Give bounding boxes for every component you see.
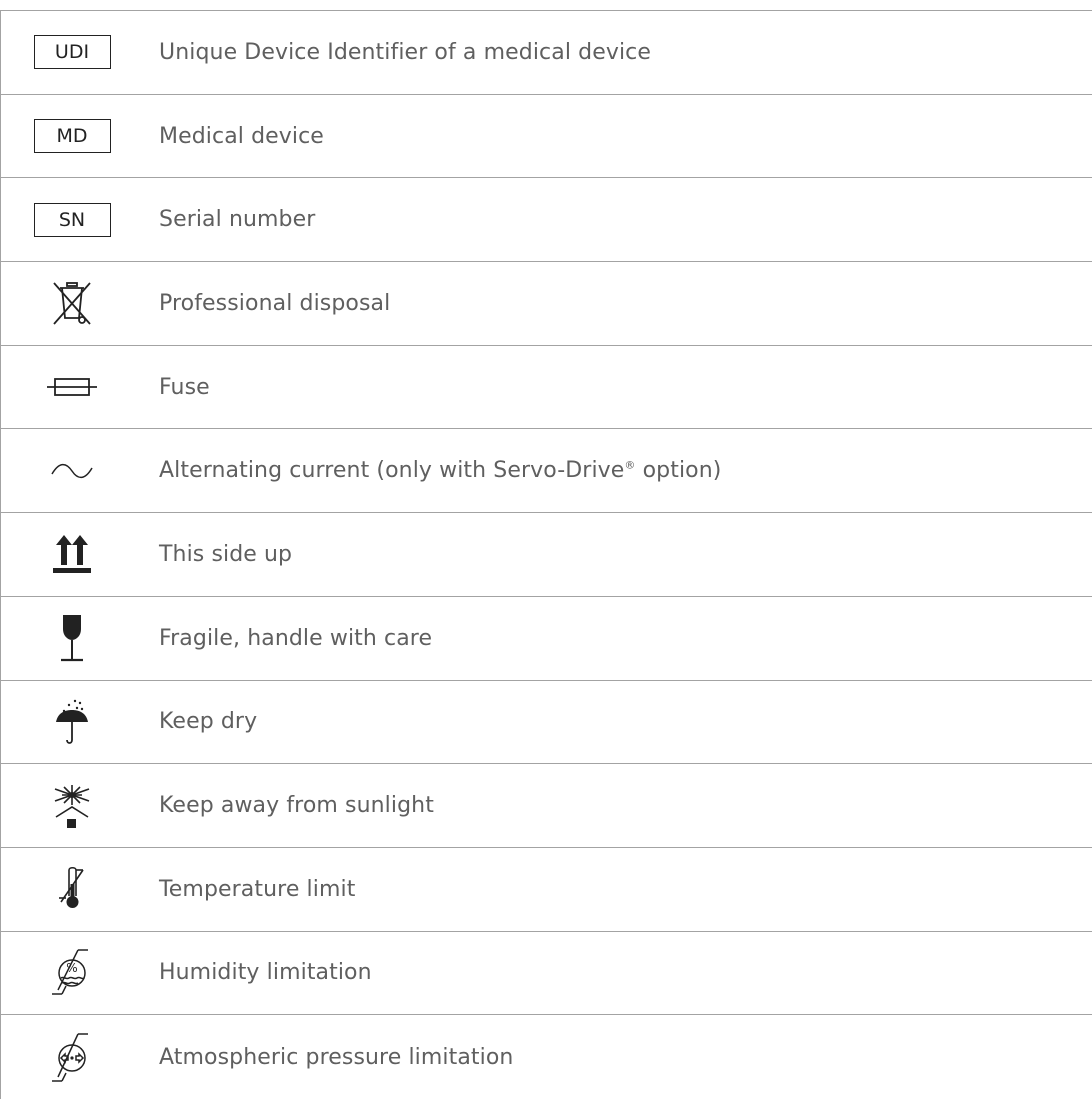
symbol-description: Temperature limit [159, 876, 356, 902]
symbol-description: Humidity limitation [159, 960, 372, 986]
sn-box-icon: SN [33, 202, 111, 237]
table-row: Keep dry [0, 680, 1092, 765]
table-row: % Humidity limitation [0, 931, 1092, 1016]
table-row: Fuse [0, 345, 1092, 430]
udi-box-icon: UDI [33, 35, 111, 70]
table-row: MD Medical device [0, 94, 1092, 179]
symbol-description: Unique Device Identifier of a medical de… [159, 39, 651, 65]
symbols-table: UDI Unique Device Identifier of a medica… [0, 10, 1092, 1099]
symbol-description: Fuse [159, 374, 210, 400]
keep-away-sunlight-icon [54, 784, 90, 828]
symbol-description: Medical device [159, 123, 324, 149]
humidity-limit-icon: % [52, 949, 88, 995]
symbol-description: Fragile, handle with care [159, 625, 433, 651]
fragile-glass-icon [61, 615, 83, 662]
symbol-description: Keep away from sunlight [159, 793, 434, 819]
symbol-description: Alternating current (only with Servo-Dri… [159, 458, 722, 484]
table-row: Keep away from sunlight [0, 764, 1092, 848]
table-row: Atmospheric pressure limitation [0, 1015, 1092, 1099]
symbol-description: Professional disposal [159, 290, 391, 316]
table-row: Fragile, handle with care [0, 596, 1092, 681]
symbol-description: Serial number [159, 207, 316, 233]
this-side-up-icon [53, 535, 91, 574]
table-row: Alternating current (only with Servo-Dri… [0, 429, 1092, 514]
svg-text:%: % [66, 961, 77, 975]
pressure-limit-icon [52, 1033, 88, 1082]
table-row: This side up [0, 513, 1092, 597]
symbol-description: Keep dry [159, 709, 258, 735]
table-row: SN Serial number [0, 178, 1092, 263]
table-row: UDI Unique Device Identifier of a medica… [0, 11, 1092, 95]
keep-dry-umbrella-icon [56, 699, 88, 744]
table-row: Professional disposal [0, 262, 1092, 346]
md-box-icon: MD [33, 119, 111, 154]
fuse-icon [47, 378, 97, 396]
symbol-description: This side up [159, 541, 293, 567]
table-row: Temperature limit [0, 847, 1092, 932]
crossed-bin-icon [53, 282, 91, 326]
alternating-current-icon [51, 463, 93, 478]
symbol-description: Atmospheric pressure limitation [159, 1044, 514, 1070]
temperature-limit-icon [59, 867, 84, 909]
